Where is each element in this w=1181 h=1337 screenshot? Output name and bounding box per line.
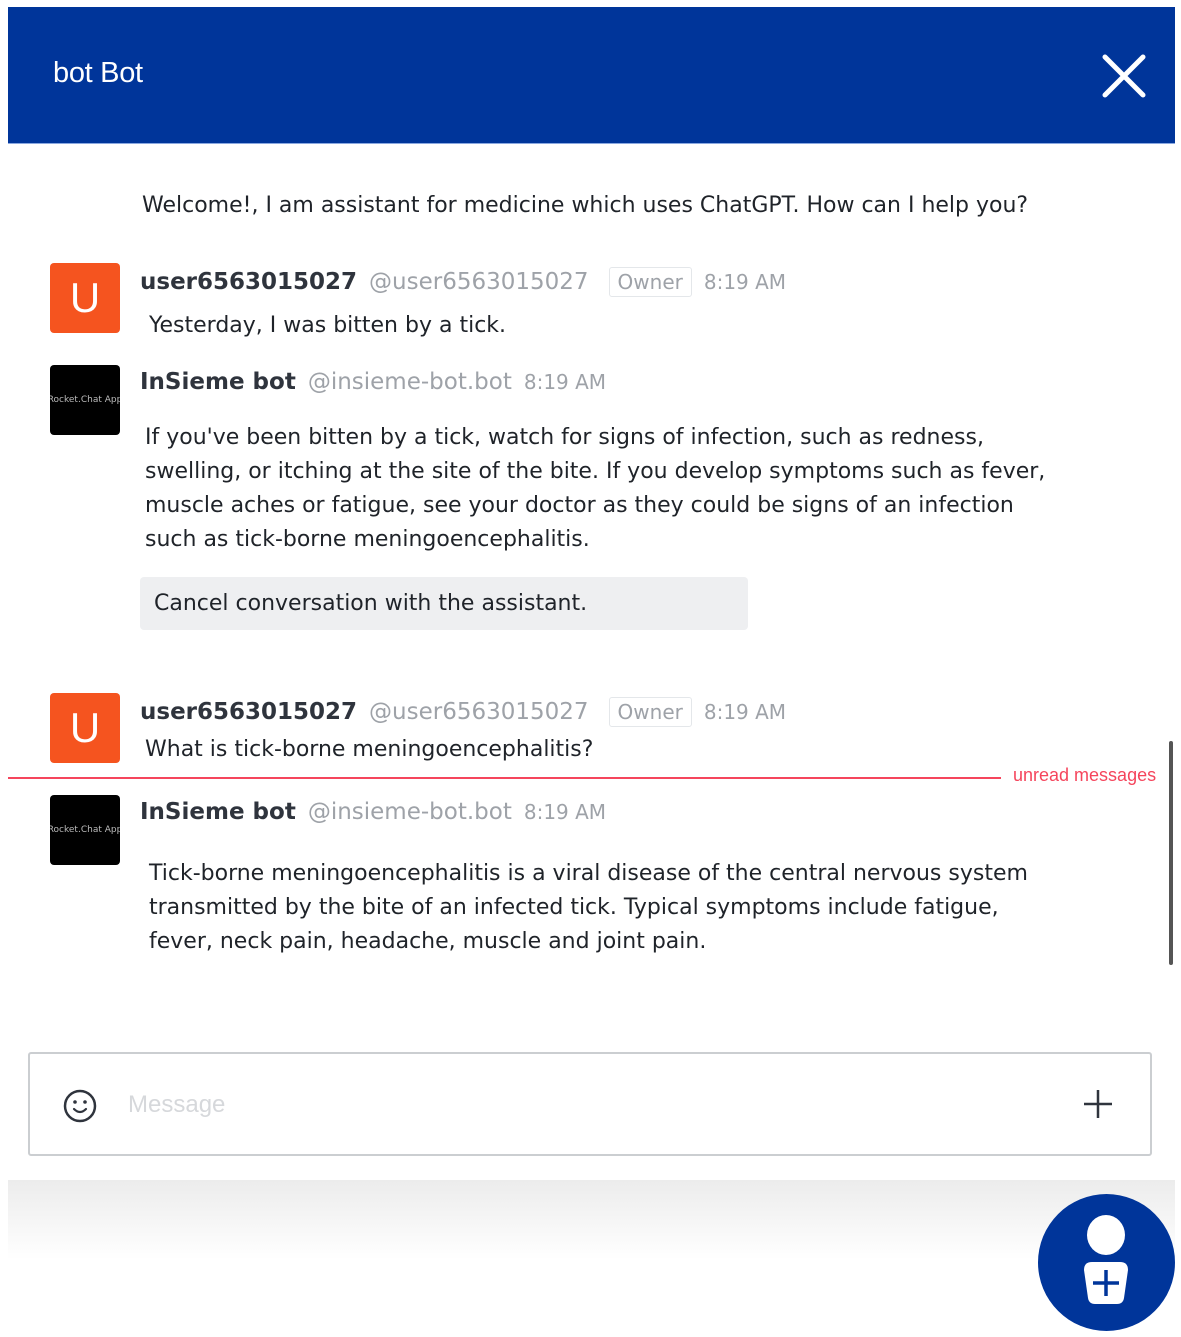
timestamp: 8:19 AM	[703, 700, 787, 724]
message-header: InSieme bot @insieme-bot.bot 8:19 AM	[140, 369, 606, 395]
message-feed: Welcome!, I am assistant for medicine wh…	[8, 145, 1175, 1045]
message-text: What is tick-borne meningoencephalitis?	[145, 737, 594, 762]
message-line: such as tick-borne meningoencephalitis.	[145, 527, 590, 552]
chat-header: bot Bot	[8, 7, 1175, 144]
message-text: Yesterday, I was bitten by a tick.	[149, 313, 507, 338]
message-line: Tick-borne meningoencephalitis is a vira…	[149, 861, 1028, 886]
footer-shadow	[8, 1180, 1175, 1260]
username[interactable]: InSieme bot	[140, 369, 296, 395]
emoji-button[interactable]	[62, 1088, 98, 1124]
close-button[interactable]	[1099, 51, 1149, 101]
avatar[interactable]: U	[50, 263, 120, 333]
message-line: transmitted by the bite of an infected t…	[149, 895, 999, 920]
message-header: user6563015027 @user6563015027 Owner 8:1…	[140, 697, 786, 727]
user-handle: @insieme-bot.bot	[307, 369, 512, 395]
message-line: fever, neck pain, headache, muscle and j…	[149, 929, 707, 954]
scrollbar[interactable]	[1169, 741, 1173, 965]
attach-button[interactable]	[1080, 1086, 1116, 1122]
bot-avatar[interactable]: Rocket.Chat App	[50, 795, 120, 865]
message-line: muscle aches or fatigue, see your doctor…	[145, 493, 1014, 518]
avatar[interactable]: U	[50, 693, 120, 763]
message-header: user6563015027 @user6563015027 Owner 8:1…	[140, 267, 786, 297]
timestamp: 8:19 AM	[523, 800, 607, 824]
unread-label: unread messages	[1013, 765, 1157, 785]
smiley-icon	[63, 1089, 97, 1123]
message-line: swelling, or itching at the site of the …	[145, 459, 1046, 484]
user-plus-icon	[1084, 1215, 1128, 1304]
bot-avatar[interactable]: Rocket.Chat App	[50, 365, 120, 435]
username[interactable]: user6563015027	[140, 699, 357, 725]
plus-icon	[1084, 1090, 1112, 1118]
message-composer	[28, 1052, 1152, 1156]
username[interactable]: InSieme bot	[140, 799, 296, 825]
chat-title: bot Bot	[53, 57, 143, 89]
timestamp: 8:19 AM	[703, 270, 787, 294]
user-handle: @user6563015027	[369, 699, 589, 725]
close-icon	[1102, 54, 1146, 98]
livechat-button[interactable]	[1038, 1194, 1175, 1331]
message-input[interactable]	[128, 1084, 1048, 1126]
message-text: If you've been bitten by a tick, watch f…	[145, 421, 1045, 557]
role-badge: Owner	[608, 267, 692, 297]
user-handle: @user6563015027	[369, 269, 589, 295]
unread-divider	[8, 777, 1001, 779]
user-handle: @insieme-bot.bot	[307, 799, 512, 825]
timestamp: 8:19 AM	[523, 370, 607, 394]
message-line: If you've been bitten by a tick, watch f…	[145, 425, 984, 450]
cancel-conversation-button[interactable]: Cancel conversation with the assistant.	[140, 577, 748, 630]
role-badge: Owner	[608, 697, 692, 727]
username[interactable]: user6563015027	[140, 269, 357, 295]
message-header: InSieme bot @insieme-bot.bot 8:19 AM	[140, 799, 606, 825]
welcome-message: Welcome!, I am assistant for medicine wh…	[142, 193, 1029, 218]
message-text: Tick-borne meningoencephalitis is a vira…	[149, 857, 1028, 959]
